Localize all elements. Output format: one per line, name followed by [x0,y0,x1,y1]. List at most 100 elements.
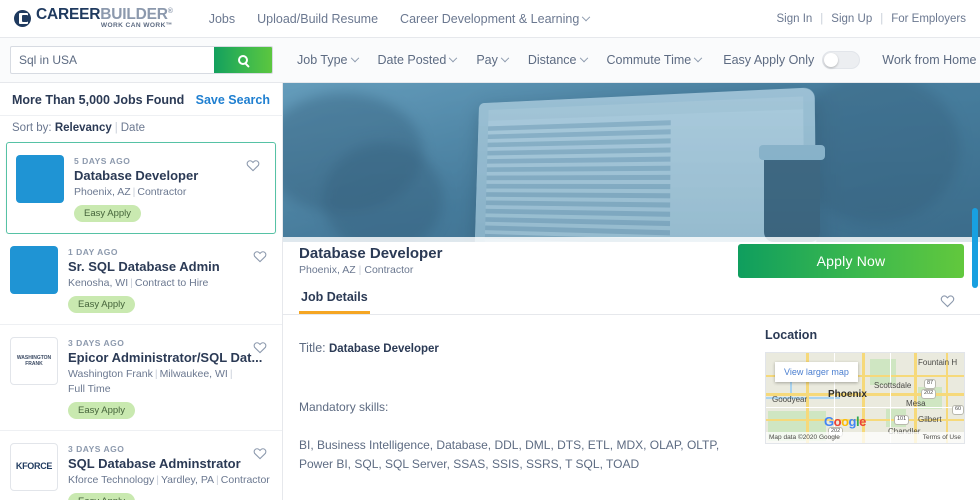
main-nav-links: Jobs Upload/Build Resume Career Developm… [209,11,591,26]
job-card-content: 3 DAYS AGO SQL Database Adminstrator Kfo… [68,443,270,500]
job-card-meta: Kenosha, WI | Contract to Hire [68,276,270,290]
search-icon [238,55,248,65]
search-input[interactable] [11,47,214,73]
map-shield-202: 202 [921,389,937,399]
save-job-heart-icon[interactable] [252,445,268,461]
logo-tagline: WORK CAN WORK™ [100,22,173,30]
nav-item-jobs-label: Jobs [208,11,236,26]
location-map[interactable]: Phoenix Scottsdale Glendale Goodyear Mes… [765,352,965,444]
job-card-location: Yardley, PA [160,473,215,486]
chevron-down-icon [582,12,591,21]
job-card-title: Epicor Administrator/SQL Dat... [68,350,263,366]
location-heading: Location [765,328,818,342]
filter-commute-time[interactable]: Commute Time [607,53,703,67]
logo-word-bold: CAREER [36,5,101,23]
toggle-easy-apply-only-switch[interactable] [822,51,861,69]
map-city-scottsdale: Scottsdale [874,381,912,390]
job-results-panel: More Than 5,000 Jobs Found Save Search S… [0,83,283,500]
job-card-type: Contract to Hire [134,277,209,290]
nav-item-upload-build-resume-label: Upload/Build Resume [257,11,379,26]
job-card-company: Kforce Technology [68,473,155,486]
nav-item-jobs[interactable]: Jobs [209,12,235,26]
meta-pipe: | [229,368,233,381]
job-detail-tabs: Job Details [283,284,980,315]
save-job-heart-icon[interactable] [245,157,261,173]
careerbuilder-logo[interactable]: CAREERBUILDER® WORK CAN WORK™ [14,7,173,30]
meta-pipe: | [358,264,362,276]
job-card-type: Full Time [68,382,111,395]
map-shield-60: 60 [952,405,964,415]
job-card-meta: Kforce Technology | Yardley, PA | Contractor [68,473,270,487]
kforce-logo-text: KFORCE [15,461,53,472]
filter-distance[interactable]: Distance [527,53,588,67]
job-card-content: 1 DAY AGO Sr. SQL Database Admin Kenosha… [68,246,270,314]
job-detail-body: Title: Database Developer Mandatory skil… [283,315,980,500]
sort-divider: | [114,122,118,134]
sort-option-date[interactable]: Date [121,122,145,134]
job-posted-ago: 1 DAY AGO [68,247,119,258]
search-box[interactable] [10,46,273,74]
easy-apply-badge: Easy Apply [68,296,135,314]
map-attribution-bar: Map data ©2020 Google Terms of Use [766,432,964,443]
tab-job-details[interactable]: Job Details [299,284,370,314]
nav-item-upload-build-resume[interactable]: Upload/Build Resume [257,12,378,26]
job-title-value: Database Developer [328,343,439,355]
toggle-work-from-home[interactable]: Work from Home [882,51,980,69]
job-header-text: Database Developer Phoenix, AZ | Contracto… [299,245,738,276]
job-card-type: Contractor [137,186,187,198]
job-card-title: SQL Database Adminstrator [68,455,241,471]
job-card-type: Contractor [220,473,270,486]
save-job-heart-icon[interactable] [252,248,268,264]
toggle-easy-apply-only[interactable]: Easy Apply Only [723,51,861,69]
filter-pay[interactable]: Pay [476,53,510,67]
search-button[interactable] [214,47,272,73]
job-card-epicor-administrator[interactable]: WASHINGTON FRANK 3 DAYS AGO Epicor Admin… [0,325,282,431]
chevron-down-icon [350,53,359,63]
job-detail-title: Database Developer [299,245,443,262]
apply-now-button[interactable]: Apply Now [738,243,964,278]
job-card-sr-sql-database-admin[interactable]: 1 DAY AGO Sr. SQL Database Admin Kenosha… [0,234,282,326]
logo-wordmark: CAREERBUILDER® WORK CAN WORK™ [36,7,173,30]
save-job-heart-icon[interactable] [939,292,956,309]
job-detail-panel: Database Developer Phoenix, AZ | Contracto… [283,83,980,500]
company-logo-thumbnail [10,246,58,295]
filter-distance-label: Distance [527,53,577,67]
for-employers-link[interactable]: For Employers [891,13,966,25]
map-city-phoenix: Phoenix [828,389,867,400]
company-logo-thumbnail: KFORCE [10,442,58,491]
job-card-title: Sr. SQL Database Admin [68,259,220,275]
job-card-sql-database-adminstrator[interactable]: KFORCE 3 DAYS AGO SQL Database Adminstra… [0,430,282,500]
sign-up-link[interactable]: Sign Up [831,13,872,25]
job-card-database-developer[interactable]: 5 DAYS AGO Database Developer Phoenix, A… [6,142,276,235]
nav-item-career-development-label: Career Development & Learning [400,11,580,26]
chevron-down-icon [694,53,703,63]
filter-job-type[interactable]: Job Type [297,53,359,67]
job-card-location: Phoenix, AZ [74,186,131,198]
job-description-column: Title: Database Developer Mandatory skil… [299,315,754,473]
save-job-heart-icon[interactable] [252,339,268,355]
job-detail-type: Contractor [364,264,414,276]
job-detail-subtitle: Phoenix, AZ | Contractor [299,264,738,276]
careerbuilder-logo-icon [14,10,31,27]
sort-option-relevancy[interactable]: Relevancy [55,122,112,134]
job-card-meta: Phoenix, AZ | Contractor [74,185,263,199]
map-city-fountain-hills: Fountain H [918,358,958,367]
hero-overlay [283,83,980,242]
chevron-down-icon [449,53,458,63]
results-header: More Than 5,000 Jobs Found Save Search [0,83,282,115]
nav-item-career-development[interactable]: Career Development & Learning [400,11,591,26]
save-search-link[interactable]: Save Search [196,93,270,107]
job-detail-header: Database Developer Phoenix, AZ | Contracto… [283,237,980,284]
view-larger-map-button[interactable]: View larger map [775,362,858,382]
nav-separator-2: | [880,12,884,25]
sort-by-prefix: Sort by: [12,122,52,134]
mandatory-skills-label: Mandatory skills: [299,400,389,414]
job-title-row: Title: Database Developer [299,341,754,355]
sort-by-bar: Sort by: Relevancy | Date [0,115,282,142]
filter-date-posted[interactable]: Date Posted [378,53,458,67]
map-terms-of-use[interactable]: Terms of Use [923,434,961,441]
meta-pipe: | [216,473,219,486]
sign-in-link[interactable]: Sign In [776,13,812,25]
page-scrollbar-thumb[interactable] [972,208,978,288]
meta-pipe: | [130,277,133,290]
